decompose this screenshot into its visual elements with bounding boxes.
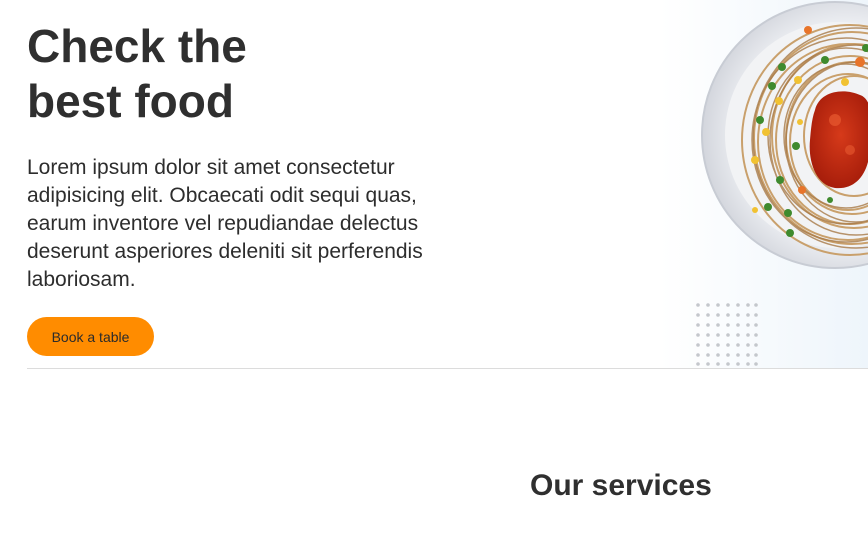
- hero-description: Lorem ipsum dolor sit amet consectetur a…: [27, 154, 497, 294]
- page: Check the best food Lorem ipsum dolor si…: [0, 0, 868, 549]
- hero-description-line: earum inventore vel repudiandae delectus: [27, 212, 419, 235]
- book-table-button[interactable]: Book a table: [27, 317, 154, 356]
- decorative-dots: [696, 303, 758, 366]
- hero-description-line: Lorem ipsum dolor sit amet consectetur: [27, 156, 395, 179]
- hero-title-line-1: Check the: [27, 20, 247, 72]
- services-section-title: Our services: [530, 469, 712, 502]
- hero-description-line: laboriosam.: [27, 268, 136, 291]
- hero-title: Check the best food: [27, 19, 247, 129]
- hero-description-line: adipisicing elit. Obcaecati odit sequi q…: [27, 184, 417, 207]
- hero-description-line: deserunt asperiores deleniti sit perfere…: [27, 240, 423, 263]
- hero-title-line-2: best food: [27, 75, 234, 127]
- section-divider: [27, 368, 868, 369]
